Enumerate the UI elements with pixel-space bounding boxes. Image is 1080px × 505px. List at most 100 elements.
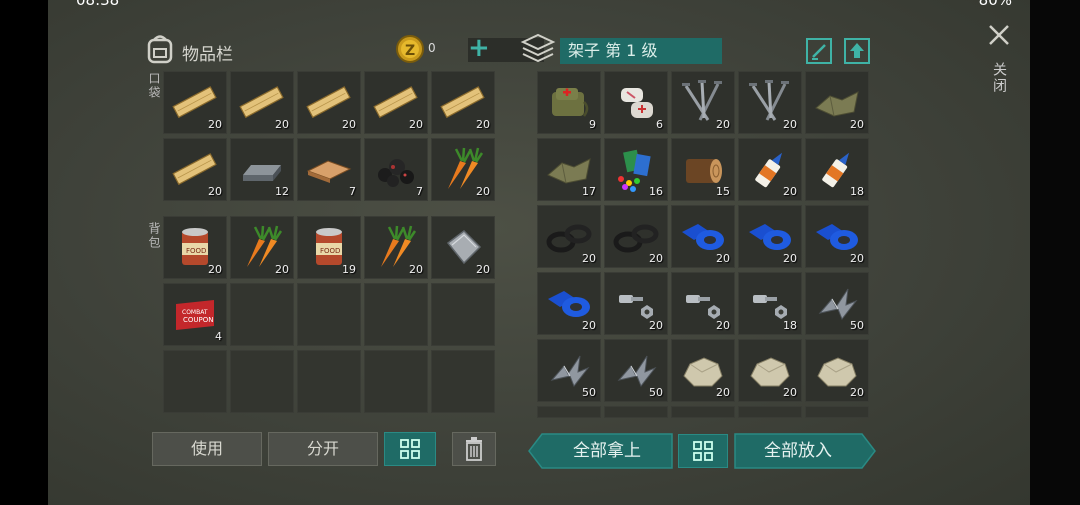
coal-icon (378, 159, 414, 187)
pocket-slot[interactable]: 20 (163, 138, 227, 201)
coin-icon: Z (396, 35, 424, 63)
shelf-slot[interactable]: 20 (805, 205, 869, 268)
shelf-slot[interactable]: 20 (671, 205, 735, 268)
add-coins-button[interactable]: + (468, 33, 490, 63)
backpack-slot[interactable] (431, 350, 495, 413)
pocket-slot[interactable]: 20 (163, 71, 227, 134)
item-count: 20 (783, 185, 797, 198)
shelf-slot[interactable]: 20 (738, 339, 802, 402)
backpack-slot[interactable]: 20 (230, 216, 294, 279)
item-count: 20 (850, 252, 864, 265)
backpack-slot[interactable]: COMBAT COUPON 4 (163, 283, 227, 346)
item-count: 20 (783, 386, 797, 399)
sort-shelf-button[interactable] (678, 434, 728, 468)
item-count: 18 (850, 185, 864, 198)
trash-icon (466, 437, 482, 461)
pocket-slot[interactable]: 20 (297, 71, 361, 134)
backpack-slot[interactable]: 20 (364, 216, 428, 279)
shelf-slot[interactable]: 20 (537, 272, 601, 335)
shelf-slot[interactable]: 18 (738, 272, 802, 335)
backpack-slot[interactable] (431, 283, 495, 346)
item-count: 20 (409, 263, 423, 276)
rename-button[interactable] (806, 38, 832, 64)
shelf-slot[interactable]: 17 (537, 138, 601, 201)
pocket-slot[interactable]: 20 (230, 71, 294, 134)
shelf-slot[interactable]: 50 (805, 272, 869, 335)
item-count: 9 (589, 118, 596, 131)
pocket-slot[interactable]: 20 (364, 71, 428, 134)
split-button[interactable]: 分开 (268, 432, 378, 466)
item-count: 20 (208, 263, 222, 276)
shelf-slot[interactable]: 20 (604, 205, 668, 268)
backpack-label: 背包 (147, 222, 161, 250)
item-count: 50 (582, 386, 596, 399)
shelf-slot-partial (805, 406, 869, 418)
item-count: 20 (476, 263, 490, 276)
shelf-slot[interactable]: 15 (671, 138, 735, 201)
shelf-slot-partial (604, 406, 668, 418)
backpack-slot[interactable]: FOOD 19 (297, 216, 361, 279)
sort-inventory-button[interactable] (384, 432, 436, 466)
shelf-slot[interactable]: 20 (537, 205, 601, 268)
item-count: 20 (409, 118, 423, 131)
item-count: 6 (656, 118, 663, 131)
shelf-slot[interactable]: 20 (805, 339, 869, 402)
shelf-slot[interactable]: 50 (604, 339, 668, 402)
pocket-slot[interactable]: 7 (364, 138, 428, 201)
shelf-slot[interactable]: 20 (671, 339, 735, 402)
backpack-slot[interactable] (297, 283, 361, 346)
item-count: 20 (649, 252, 663, 265)
pocket-slot[interactable]: 7 (297, 138, 361, 201)
item-count: 20 (476, 185, 490, 198)
shelf-slot[interactable]: 6 (604, 71, 668, 134)
backpack-slot[interactable]: FOOD 20 (163, 216, 227, 279)
pocket-slot[interactable]: 20 (431, 138, 495, 201)
edit-icon (812, 44, 826, 60)
item-count: 4 (215, 330, 222, 343)
shelf-slot-partial (537, 406, 601, 418)
pocket-slot[interactable]: 12 (230, 138, 294, 201)
item-count: 50 (649, 386, 663, 399)
backpack-slot[interactable] (230, 350, 294, 413)
svg-text:COUPON: COUPON (183, 316, 214, 324)
shelf-icon (520, 33, 556, 63)
upgrade-button[interactable] (844, 38, 870, 64)
bandage-icon (621, 88, 653, 118)
close-icon[interactable] (988, 24, 1010, 46)
grid-icon (693, 441, 713, 461)
shelf-slot[interactable]: 20 (738, 71, 802, 134)
item-count: 20 (716, 386, 730, 399)
status-time: 08:38 (76, 0, 120, 9)
take-all-button[interactable]: 全部拿上 (542, 433, 672, 469)
shelf-slot[interactable]: 20 (738, 138, 802, 201)
shelf-slot[interactable]: 50 (537, 339, 601, 402)
shelf-slot[interactable]: 20 (671, 272, 735, 335)
backpack-slot[interactable] (230, 283, 294, 346)
shelf-slot[interactable]: 16 (604, 138, 668, 201)
delete-button[interactable] (452, 432, 496, 466)
shelf-slot-partial (738, 406, 802, 418)
wood-board-icon (306, 160, 352, 183)
backpack-slot[interactable] (364, 350, 428, 413)
backpack-slot[interactable] (364, 283, 428, 346)
backpack-slot[interactable]: 20 (431, 216, 495, 279)
shelf-slot[interactable]: 20 (604, 272, 668, 335)
shelf-slot[interactable]: 20 (738, 205, 802, 268)
item-count: 20 (716, 319, 730, 332)
item-count: 20 (582, 319, 596, 332)
use-button[interactable]: 使用 (152, 432, 262, 466)
backpack-slot[interactable] (163, 350, 227, 413)
close-label[interactable]: 关闭 (989, 62, 1009, 94)
item-count: 20 (208, 185, 222, 198)
item-count: 20 (783, 118, 797, 131)
screen-edge (1030, 0, 1080, 505)
shelf-slot[interactable]: 9 (537, 71, 601, 134)
backpack-slot[interactable] (297, 350, 361, 413)
put-all-button[interactable]: 全部放入 (734, 433, 862, 469)
shelf-slot[interactable]: 20 (805, 71, 869, 134)
item-count: 20 (716, 118, 730, 131)
shelf-slot[interactable]: 18 (805, 138, 869, 201)
pocket-slot[interactable]: 20 (431, 71, 495, 134)
shelf-slot[interactable]: 20 (671, 71, 735, 134)
item-count: 20 (850, 386, 864, 399)
